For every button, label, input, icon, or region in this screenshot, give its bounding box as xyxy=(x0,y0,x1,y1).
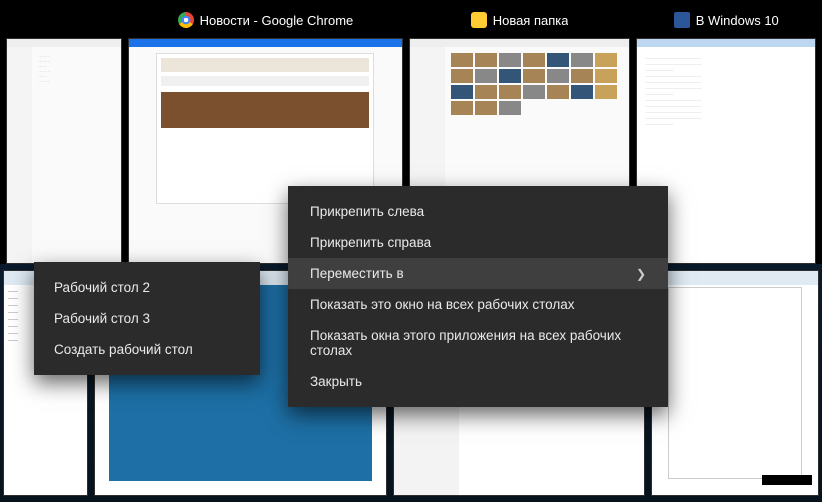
window-title: Новости - Google Chrome xyxy=(128,12,403,28)
sub-item-label: Создать рабочий стол xyxy=(54,342,193,357)
ctx-item-label: Закрыть xyxy=(310,374,362,389)
sub-desktop-2[interactable]: Рабочий стол 2 xyxy=(34,272,260,303)
ctx-move-to[interactable]: Переместить в ❯ xyxy=(288,258,668,289)
window-context-menu: Прикрепить слева Прикрепить справа Перем… xyxy=(288,186,668,407)
chrome-icon xyxy=(178,12,194,28)
folder-icon xyxy=(471,12,487,28)
window-title-label: Новая папка xyxy=(493,13,569,28)
chevron-right-icon: ❯ xyxy=(636,267,646,281)
ctx-snap-right[interactable]: Прикрепить справа xyxy=(288,227,668,258)
window-title-label: Новости - Google Chrome xyxy=(200,13,354,28)
ctx-item-label: Прикрепить слева xyxy=(310,204,424,219)
ctx-item-label: Прикрепить справа xyxy=(310,235,431,250)
sub-item-label: Рабочий стол 2 xyxy=(54,280,150,295)
window-thumb[interactable]: ………………………………………… xyxy=(6,38,122,264)
sub-item-label: Рабочий стол 3 xyxy=(54,311,150,326)
ctx-close[interactable]: Закрыть xyxy=(288,366,668,397)
window-title: В Windows 10 xyxy=(636,12,816,28)
word-icon xyxy=(674,12,690,28)
ctx-item-label: Показать окна этого приложения на всех р… xyxy=(310,328,646,358)
ctx-snap-left[interactable]: Прикрепить слева xyxy=(288,196,668,227)
window-title-label: В Windows 10 xyxy=(696,13,779,28)
ctx-item-label: Показать это окно на всех рабочих столах xyxy=(310,297,575,312)
sub-new-desktop[interactable]: Создать рабочий стол xyxy=(34,334,260,365)
sub-desktop-3[interactable]: Рабочий стол 3 xyxy=(34,303,260,334)
window-thumb[interactable] xyxy=(651,270,819,496)
ctx-show-app-all-desktops[interactable]: Показать окна этого приложения на всех р… xyxy=(288,320,668,366)
move-to-submenu: Рабочий стол 2 Рабочий стол 3 Создать ра… xyxy=(34,262,260,375)
window-title: Новая папка xyxy=(409,12,631,28)
ctx-item-label: Переместить в xyxy=(310,266,404,281)
ctx-show-window-all-desktops[interactable]: Показать это окно на всех рабочих столах xyxy=(288,289,668,320)
